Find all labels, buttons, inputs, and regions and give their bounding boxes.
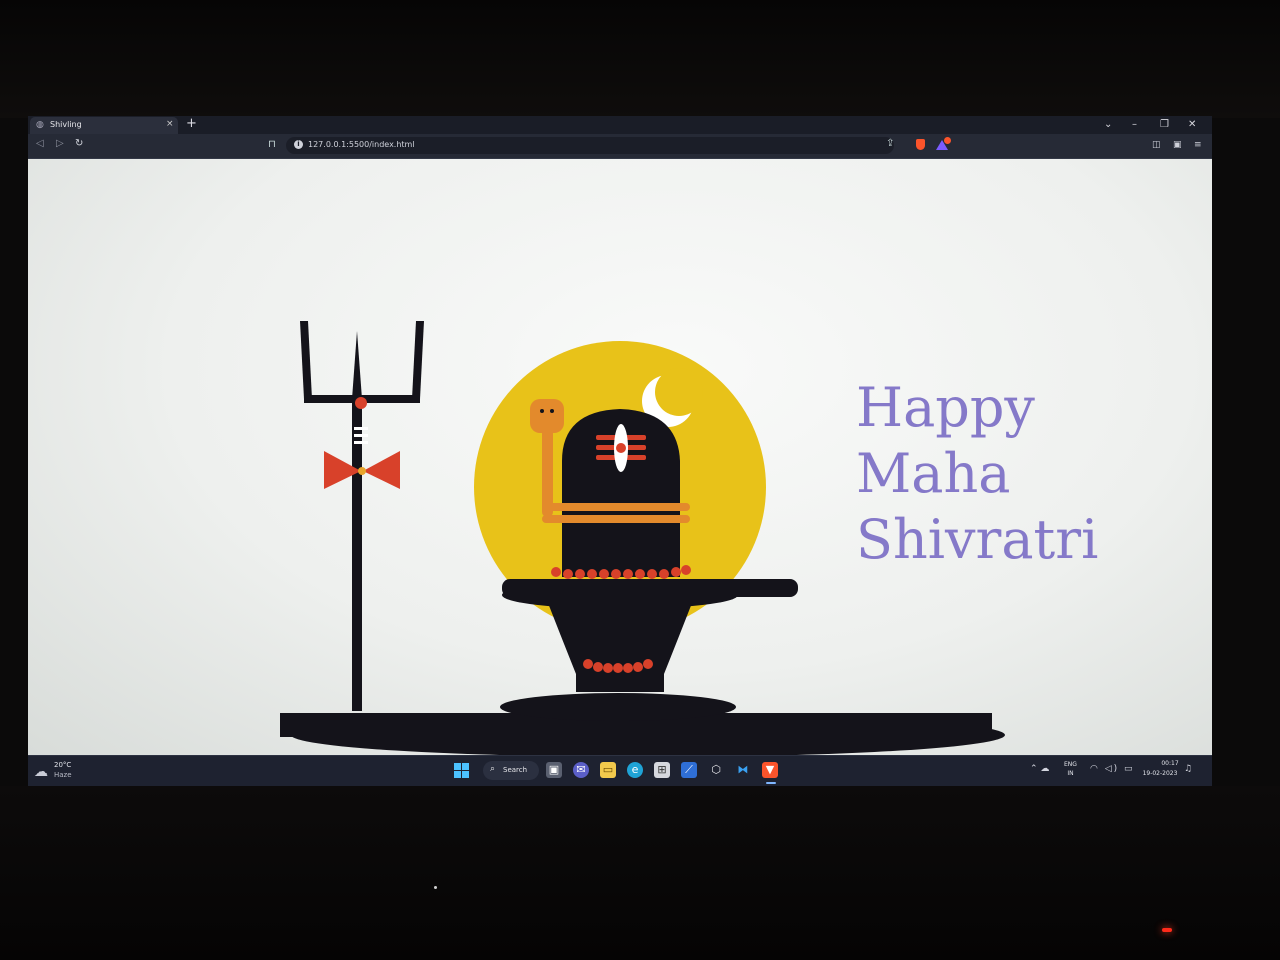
taskbar-search[interactable]: ⌕ Search	[483, 761, 539, 780]
chat-icon[interactable]: ✉	[573, 762, 589, 778]
start-button[interactable]	[454, 763, 469, 778]
file-explorer-icon[interactable]: ▭	[600, 762, 616, 778]
search-icon: ⌕	[490, 764, 496, 774]
search-label: Search	[503, 766, 528, 774]
page-viewport: Happy Maha Shivratri	[28, 159, 1212, 755]
greeting-heading: Happy Maha Shivratri	[856, 375, 1098, 573]
share-icon[interactable]: ⇪	[886, 138, 894, 149]
forward-button[interactable]: ▷	[56, 138, 64, 149]
browser-tab[interactable]: ◍ Shivling ×	[30, 117, 178, 134]
azure-data-studio-icon[interactable]: ⟋	[681, 762, 697, 778]
screen-reflection-dot	[434, 886, 437, 889]
store-icon[interactable]: ⊞	[654, 762, 670, 778]
edge-icon[interactable]: e	[627, 762, 643, 778]
greeting-line-3: Shivratri	[856, 508, 1099, 571]
windows-taskbar: ☁ 20°C Haze ⌕ Search ▣ ✉ ▭ e ⊞ ⟋ ⬡ ⧓ ▼ ⌃…	[28, 755, 1212, 786]
back-button[interactable]: ◁	[36, 138, 44, 149]
greeting-line-1: Happy	[856, 376, 1035, 439]
monitor-bezel-bottom	[0, 786, 1280, 960]
lang-bottom: IN	[1067, 770, 1074, 777]
clock-date[interactable]: 19-02-2023	[1138, 770, 1182, 777]
trishul-icon	[300, 321, 424, 711]
wallet-icon[interactable]: ▣	[1173, 140, 1182, 150]
monitor-bezel-top	[0, 0, 1280, 118]
browser-toolbar: ◁ ▷ ↻ ⊓ i 127.0.0.1:5500/index.html ⇪ ◫ …	[28, 134, 1212, 159]
greeting-line-2: Maha	[856, 442, 1011, 505]
globe-icon: ◍	[36, 120, 44, 130]
url-text[interactable]: 127.0.0.1:5500/index.html	[308, 140, 415, 149]
tab-title: Shivling	[50, 120, 82, 129]
menu-icon[interactable]: ≡	[1194, 140, 1202, 150]
browser-tab-bar: ◍ Shivling × + ⌄ – ❐ ✕	[28, 116, 1212, 134]
lang-top: ENG	[1064, 761, 1077, 768]
vscode-icon[interactable]: ⧓	[735, 762, 751, 778]
screen: ◍ Shivling × + ⌄ – ❐ ✕ ◁ ▷ ↻ ⊓ i 127.0.0…	[28, 116, 1212, 786]
unity-icon[interactable]: ⬡	[708, 762, 724, 778]
brave-icon[interactable]: ▼	[762, 762, 778, 778]
notification-bell-icon[interactable]: ♫	[1184, 764, 1192, 774]
bookmark-icon[interactable]: ⊓	[268, 139, 276, 150]
reload-button[interactable]: ↻	[75, 138, 83, 149]
clock-time[interactable]: 00:17	[1154, 760, 1186, 767]
brave-shield-icon[interactable]	[916, 139, 925, 150]
rewards-badge	[944, 137, 951, 144]
address-bar[interactable]: i 127.0.0.1:5500/index.html	[286, 137, 894, 154]
new-tab-button[interactable]: +	[186, 116, 197, 131]
tab-search-button[interactable]: ⌄	[1104, 119, 1112, 130]
language-indicator[interactable]: ENG IN	[1064, 760, 1077, 778]
active-app-indicator	[766, 782, 776, 784]
maximize-button[interactable]: ❐	[1160, 119, 1169, 130]
close-window-button[interactable]: ✕	[1188, 119, 1196, 130]
power-led	[1162, 928, 1172, 932]
weather-condition[interactable]: Haze	[54, 771, 72, 779]
sidebar-toggle-icon[interactable]: ◫	[1152, 140, 1161, 150]
site-info-icon[interactable]: i	[294, 140, 303, 149]
weather-temperature[interactable]: 20°C	[54, 761, 71, 769]
window-controls: ⌄ – ❐ ✕	[1104, 119, 1208, 133]
weather-cloud-icon[interactable]: ☁	[34, 764, 48, 780]
minimize-button[interactable]: –	[1132, 119, 1137, 130]
wifi-volume-battery-icons[interactable]: ◠ ◁) ▭	[1090, 764, 1135, 774]
chevron-up-icon[interactable]: ⌃ ☁	[1030, 764, 1049, 774]
task-view-icon[interactable]: ▣	[546, 762, 562, 778]
tab-close-button[interactable]: ×	[166, 119, 174, 129]
